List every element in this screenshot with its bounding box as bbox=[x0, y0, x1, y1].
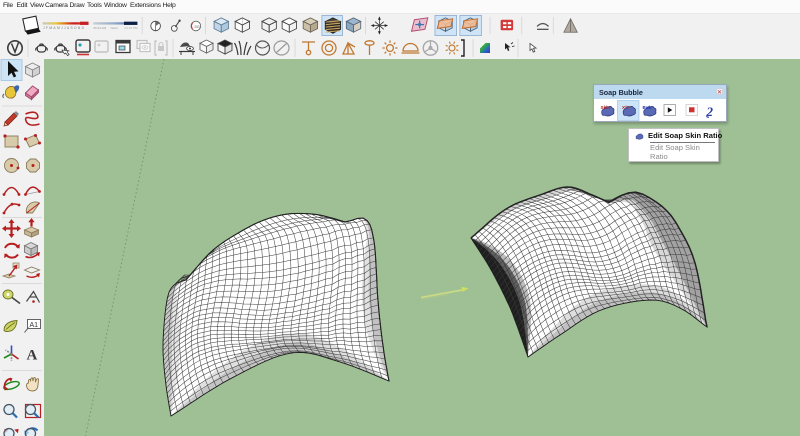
svg-text:Noon: Noon bbox=[111, 26, 119, 30]
svg-text:06:43 AM: 06:43 AM bbox=[93, 26, 106, 30]
svg-text:Bub: Bub bbox=[643, 105, 652, 110]
svg-text:SG: SG bbox=[194, 25, 199, 29]
svg-text:Skin: Skin bbox=[601, 105, 611, 110]
svg-text:X/Y: X/Y bbox=[622, 105, 629, 110]
svg-text:04:43 PM: 04:43 PM bbox=[124, 26, 138, 30]
svg-text:JFMAMJJASOND: JFMAMJJASOND bbox=[43, 26, 85, 30]
